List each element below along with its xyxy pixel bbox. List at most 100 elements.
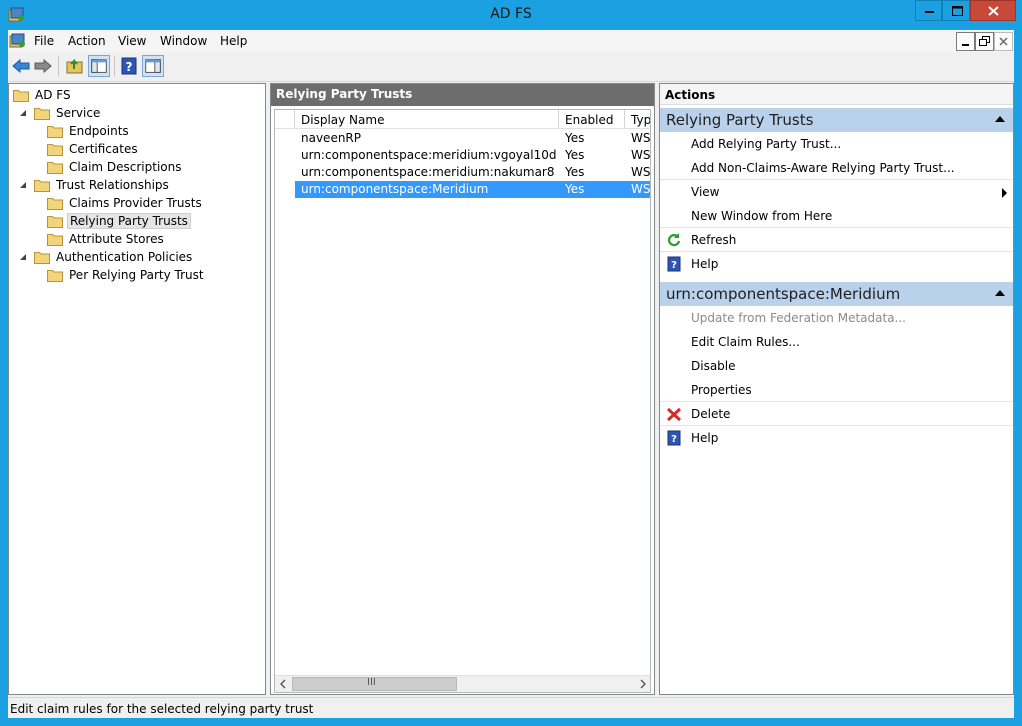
- menu-help[interactable]: Help: [220, 34, 247, 48]
- up-one-level-icon[interactable]: [64, 55, 86, 77]
- tree-item-label: Claim Descriptions: [69, 160, 182, 174]
- action-help[interactable]: ? Help: [660, 426, 1013, 450]
- tree-item-label: AD FS: [35, 88, 71, 102]
- tree-item-ad-fs[interactable]: AD FS: [13, 86, 73, 104]
- tree-expander-icon[interactable]: [18, 180, 28, 190]
- tree-item-claims-provider-trusts[interactable]: Claims Provider Trusts: [47, 194, 204, 212]
- forward-arrow-icon[interactable]: [32, 55, 54, 77]
- action-label: Update from Federation Metadata...: [691, 311, 906, 325]
- menu-file[interactable]: File: [34, 34, 54, 48]
- tree-item-label: Endpoints: [69, 124, 129, 138]
- tree-item-label: Certificates: [69, 142, 138, 156]
- column-header-enabled[interactable]: Enabled: [559, 110, 625, 129]
- column-header-type[interactable]: Type: [625, 110, 650, 129]
- results-pane-title: Relying Party Trusts: [271, 84, 654, 106]
- actions-section-header[interactable]: urn:componentspace:Meridium: [660, 282, 1013, 306]
- title-bar[interactable]: AD FS: [0, 0, 1022, 30]
- folder-icon: [47, 125, 63, 138]
- table-row[interactable]: naveenRP Yes WS-: [295, 130, 650, 147]
- action-edit-claim-rules[interactable]: Edit Claim Rules...: [660, 330, 1013, 354]
- action-label: Disable: [691, 359, 736, 373]
- system-menu-icon[interactable]: [9, 33, 27, 49]
- action-label: Help: [691, 257, 719, 271]
- window-title: AD FS: [490, 6, 532, 22]
- console-tree[interactable]: AD FS Service Endpoints Certificates Claim D…: [8, 83, 266, 695]
- display-name-cell: urn:componentspace:meridium:vgoyal10d: [301, 148, 557, 162]
- action-label: Edit Claim Rules...: [691, 335, 800, 349]
- table-row[interactable]: urn:componentspace:Meridium Yes WS-: [295, 181, 650, 198]
- tree-expander-icon[interactable]: [18, 108, 28, 118]
- mdi-restore-button[interactable]: [975, 32, 994, 51]
- back-arrow-icon[interactable]: [10, 55, 32, 77]
- delete-icon: [666, 407, 682, 422]
- horizontal-scrollbar[interactable]: III: [275, 675, 650, 692]
- tree-item-label: Service: [56, 106, 101, 120]
- tree-item-authentication-policies[interactable]: Authentication Policies: [18, 248, 194, 266]
- mmc-client-area: File Action View Window Help ? AD FS Ser…: [8, 30, 1014, 718]
- action-label: Add Relying Party Trust...: [691, 137, 842, 151]
- results-pane: Relying Party Trusts Display Name Enable…: [270, 83, 655, 695]
- tree-expander-icon[interactable]: [18, 252, 28, 262]
- help-icon: ?: [667, 430, 681, 446]
- toolbar: ?: [8, 52, 1014, 82]
- refresh-icon: [667, 233, 681, 247]
- close-button[interactable]: [970, 0, 1016, 21]
- action-refresh[interactable]: Refresh: [660, 228, 1013, 252]
- scroll-thumb[interactable]: III: [292, 677, 457, 691]
- tree-item-relying-party-trusts[interactable]: Relying Party Trusts: [47, 212, 191, 230]
- tree-item-trust-relationships[interactable]: Trust Relationships: [18, 176, 171, 194]
- collapse-caret-icon[interactable]: [995, 290, 1005, 296]
- actions-section-header[interactable]: Relying Party Trusts: [660, 108, 1013, 132]
- action-disable[interactable]: Disable: [660, 354, 1013, 378]
- table-row[interactable]: urn:componentspace:meridium:nakumar8 Yes W…: [295, 164, 650, 181]
- scroll-left-icon[interactable]: [278, 679, 288, 689]
- action-properties[interactable]: Properties: [660, 378, 1013, 402]
- action-add-relying-party-trust[interactable]: Add Relying Party Trust...: [660, 132, 1013, 156]
- folder-icon: [34, 179, 50, 192]
- restore-icon: [979, 36, 990, 46]
- svg-text:?: ?: [126, 60, 133, 74]
- show-hide-console-tree-icon[interactable]: [88, 55, 110, 77]
- tree-item-endpoints[interactable]: Endpoints: [47, 122, 131, 140]
- tree-item-per-relying-party-trust[interactable]: Per Relying Party Trust: [47, 266, 206, 284]
- tree-item-claim-descriptions[interactable]: Claim Descriptions: [47, 158, 184, 176]
- column-header-display-name[interactable]: Display Name: [295, 110, 559, 129]
- scroll-right-icon[interactable]: [638, 679, 648, 689]
- help-icon[interactable]: ?: [118, 55, 140, 77]
- action-help[interactable]: ? Help: [660, 252, 1013, 276]
- action-update-from-federation-metadata: Update from Federation Metadata...: [660, 306, 1013, 330]
- enabled-cell: Yes: [565, 131, 585, 145]
- show-hide-action-pane-icon[interactable]: [142, 55, 164, 77]
- adfs-window: AD FS File Action View Window Help ? AD …: [0, 0, 1022, 726]
- minimize-button[interactable]: [915, 0, 942, 21]
- mdi-close-button[interactable]: [994, 32, 1013, 51]
- status-bar: Edit claim rules for the selected relyin…: [8, 697, 1014, 718]
- menu-view[interactable]: View: [118, 34, 146, 48]
- tree-item-label: Trust Relationships: [56, 178, 169, 192]
- close-icon: [988, 6, 999, 16]
- tree-item-service[interactable]: Service: [18, 104, 102, 122]
- close-icon: [999, 37, 1008, 46]
- tree-item-certificates[interactable]: Certificates: [47, 140, 140, 158]
- action-label: Refresh: [691, 233, 737, 247]
- folder-icon: [47, 143, 63, 156]
- folder-icon: [34, 107, 50, 120]
- action-view[interactable]: View: [660, 180, 1013, 204]
- tree-item-label: Relying Party Trusts: [67, 213, 191, 229]
- mdi-minimize-button[interactable]: [956, 32, 975, 51]
- menu-window[interactable]: Window: [160, 34, 207, 48]
- action-delete[interactable]: Delete: [660, 402, 1013, 426]
- tree-item-attribute-stores[interactable]: Attribute Stores: [47, 230, 166, 248]
- submenu-arrow-icon: [1002, 188, 1007, 198]
- relying-party-list[interactable]: Display Name Enabled Type III naveenRP Ye…: [274, 109, 651, 693]
- table-row[interactable]: urn:componentspace:meridium:vgoyal10d Yes…: [295, 147, 650, 164]
- actions-pane: Actions Relying Party Trusts Add Relying …: [659, 83, 1014, 695]
- display-name-cell: urn:componentspace:Meridium: [301, 182, 489, 196]
- action-new-window-from-here[interactable]: New Window from Here: [660, 204, 1013, 228]
- action-add-non-claims-aware-relying-party-trust[interactable]: Add Non-Claims-Aware Relying Party Trust…: [660, 156, 1013, 180]
- maximize-button[interactable]: [942, 0, 970, 21]
- collapse-caret-icon[interactable]: [995, 116, 1005, 122]
- action-label: Properties: [691, 383, 752, 397]
- menu-action[interactable]: Action: [68, 34, 106, 48]
- actions-pane-title: Actions: [660, 84, 1013, 105]
